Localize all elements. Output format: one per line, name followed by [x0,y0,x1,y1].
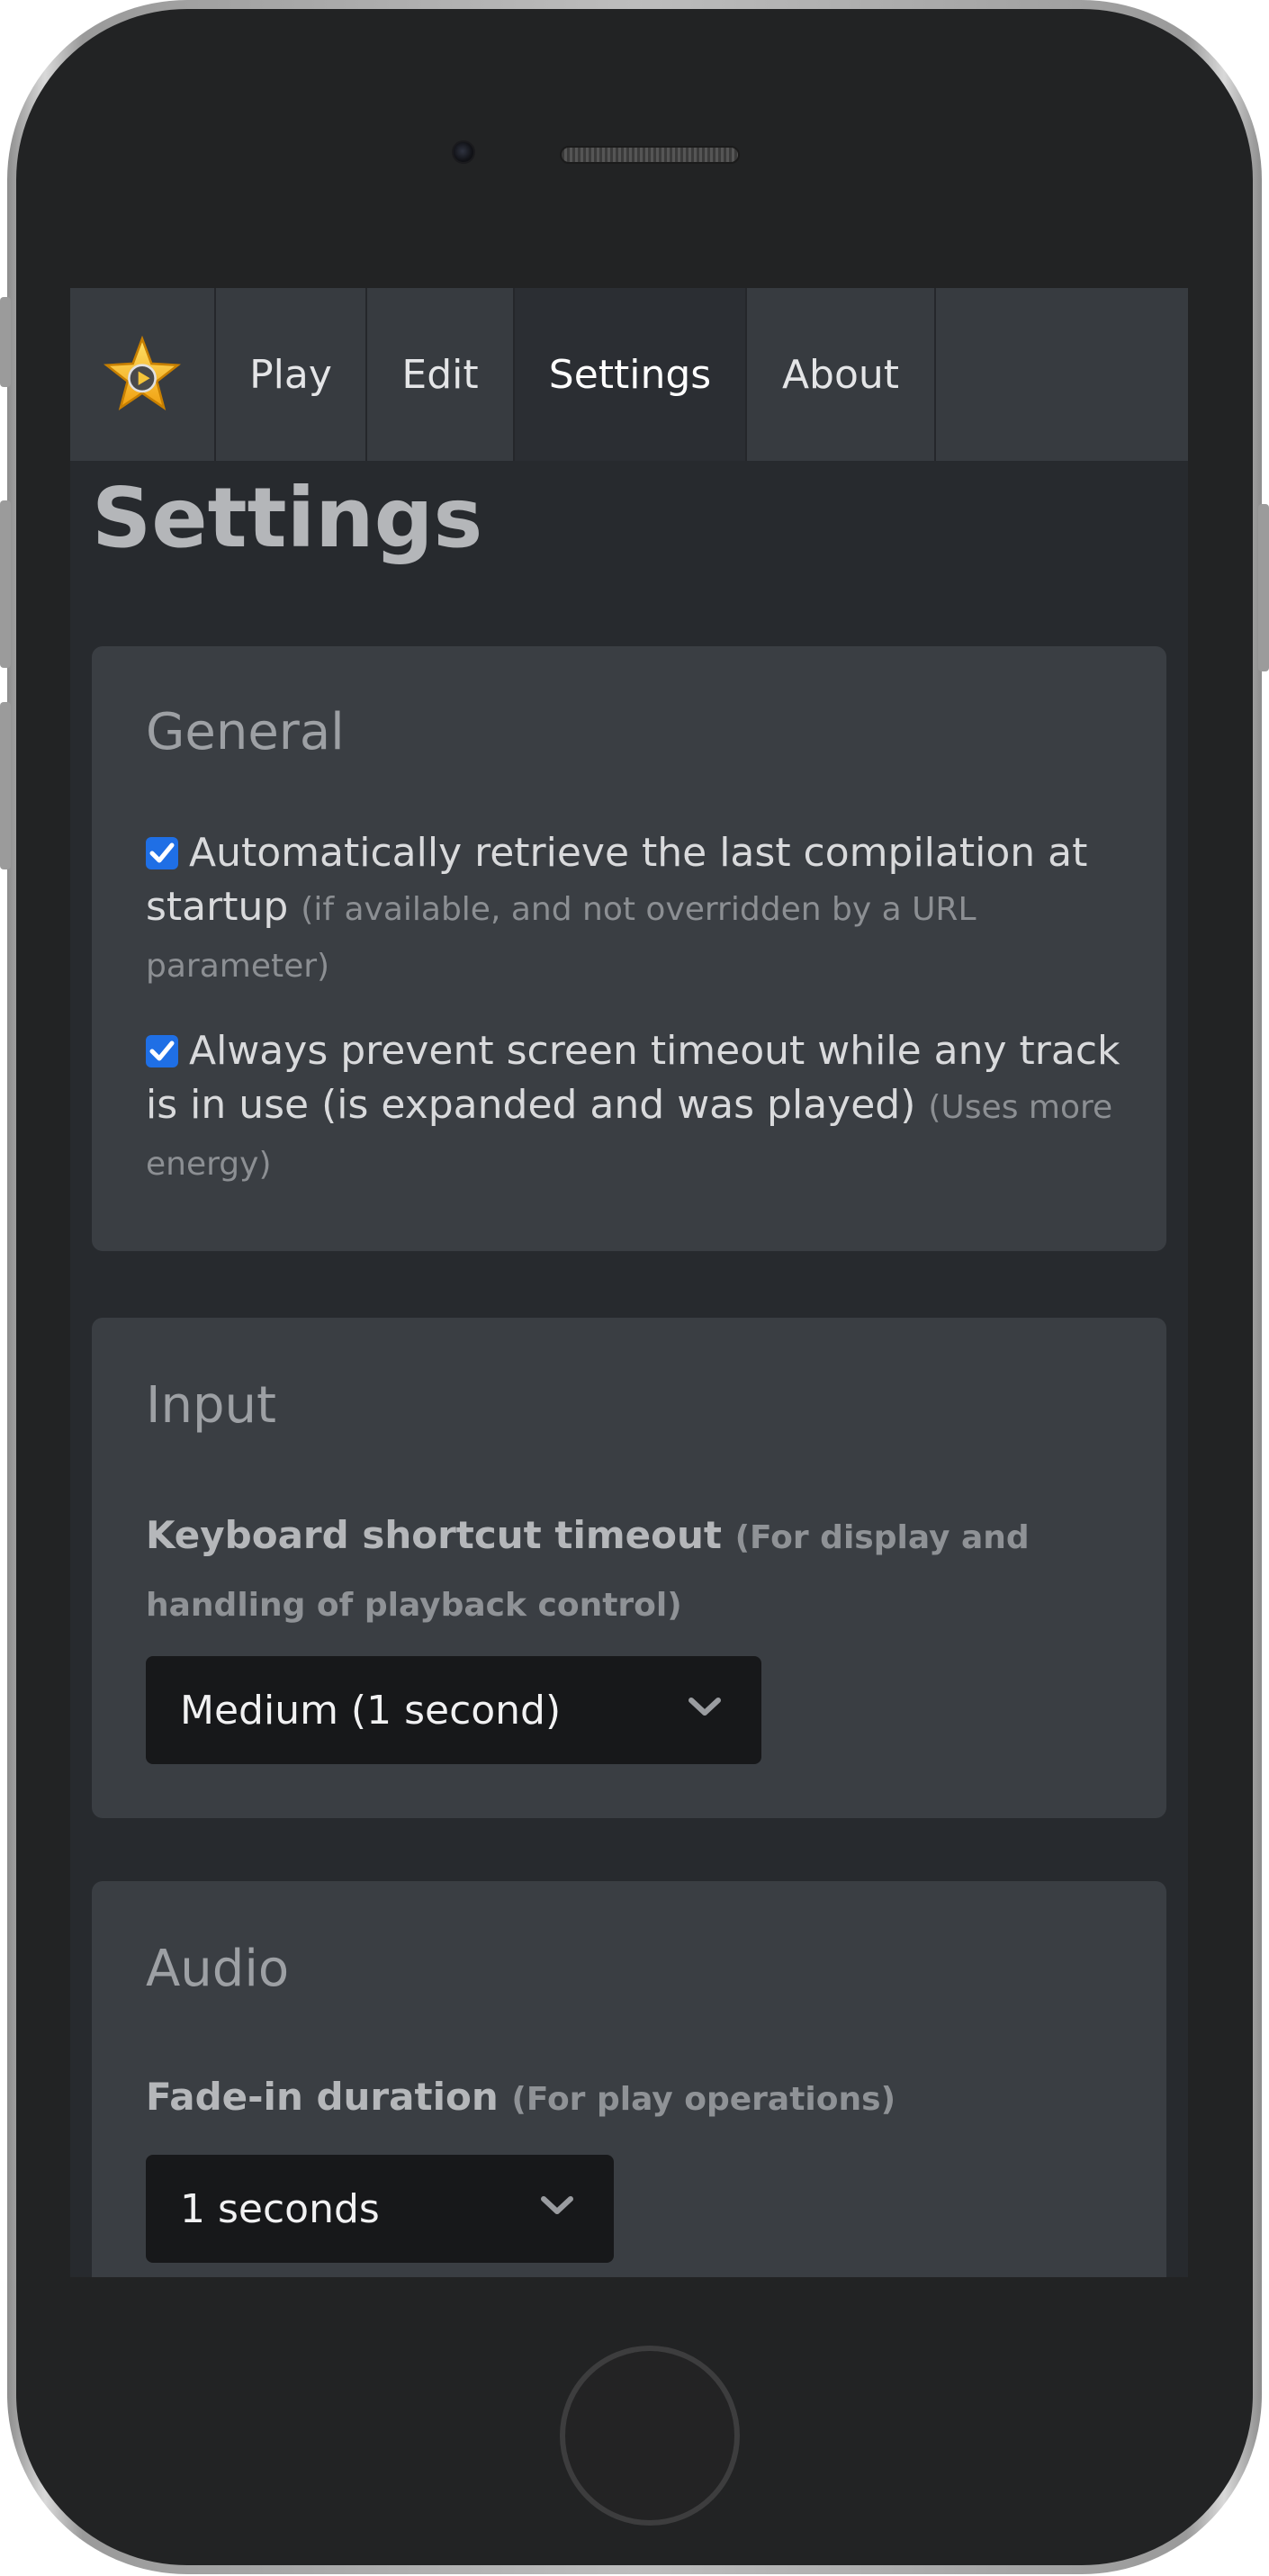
shortcut-timeout-label: Keyboard shortcut timeout (For display a… [146,1503,1127,1638]
input-title: Input [146,1376,277,1435]
app-screen: Play Edit Settings About Settings Genera… [70,288,1188,2277]
silent-switch [0,297,11,387]
volume-up-button [0,500,11,668]
shortcut-timeout-label-text: Keyboard shortcut timeout [146,1513,722,1557]
nav-tab-edit[interactable]: Edit [367,288,515,461]
nav-tab-about[interactable]: About [747,288,936,461]
page-title: Settings [92,470,483,566]
fade-in-label: Fade-in duration (For play operations) [146,2065,1127,2132]
audio-card: Audio Fade-in duration (For play operati… [92,1881,1166,2277]
general-card: General Automatically retrieve the last … [92,646,1166,1251]
auto-retrieve-option: Automatically retrieve the last compilat… [146,826,1127,994]
home-button[interactable] [560,2346,740,2526]
logo-link[interactable] [70,288,216,461]
input-card: Input Keyboard shortcut timeout (For dis… [92,1318,1166,1818]
prevent-timeout-option: Always prevent screen timeout while any … [146,1024,1127,1192]
front-camera [452,140,475,164]
shortcut-timeout-select[interactable]: Medium (1 second) [146,1656,761,1764]
fade-in-select[interactable]: 1 seconds [146,2155,614,2263]
audio-title: Audio [146,1940,290,1998]
star-play-icon [104,336,181,410]
volume-down-button [0,702,11,869]
auto-retrieve-checkbox[interactable] [146,837,178,869]
fade-in-hint: (For play operations) [511,2081,896,2118]
fade-in-value: 1 seconds [180,2185,380,2232]
nav-tab-settings[interactable]: Settings [515,288,747,461]
earpiece-speaker [560,146,740,164]
chevron-down-icon [541,2196,573,2214]
chevron-down-icon [688,1698,721,1716]
nav-tab-play[interactable]: Play [216,288,367,461]
power-button [1258,504,1269,671]
top-navbar: Play Edit Settings About [70,288,1188,461]
fade-in-label-text: Fade-in duration [146,2075,499,2119]
prevent-timeout-checkbox[interactable] [146,1035,178,1067]
shortcut-timeout-value: Medium (1 second) [180,1687,562,1734]
general-title: General [146,703,345,761]
